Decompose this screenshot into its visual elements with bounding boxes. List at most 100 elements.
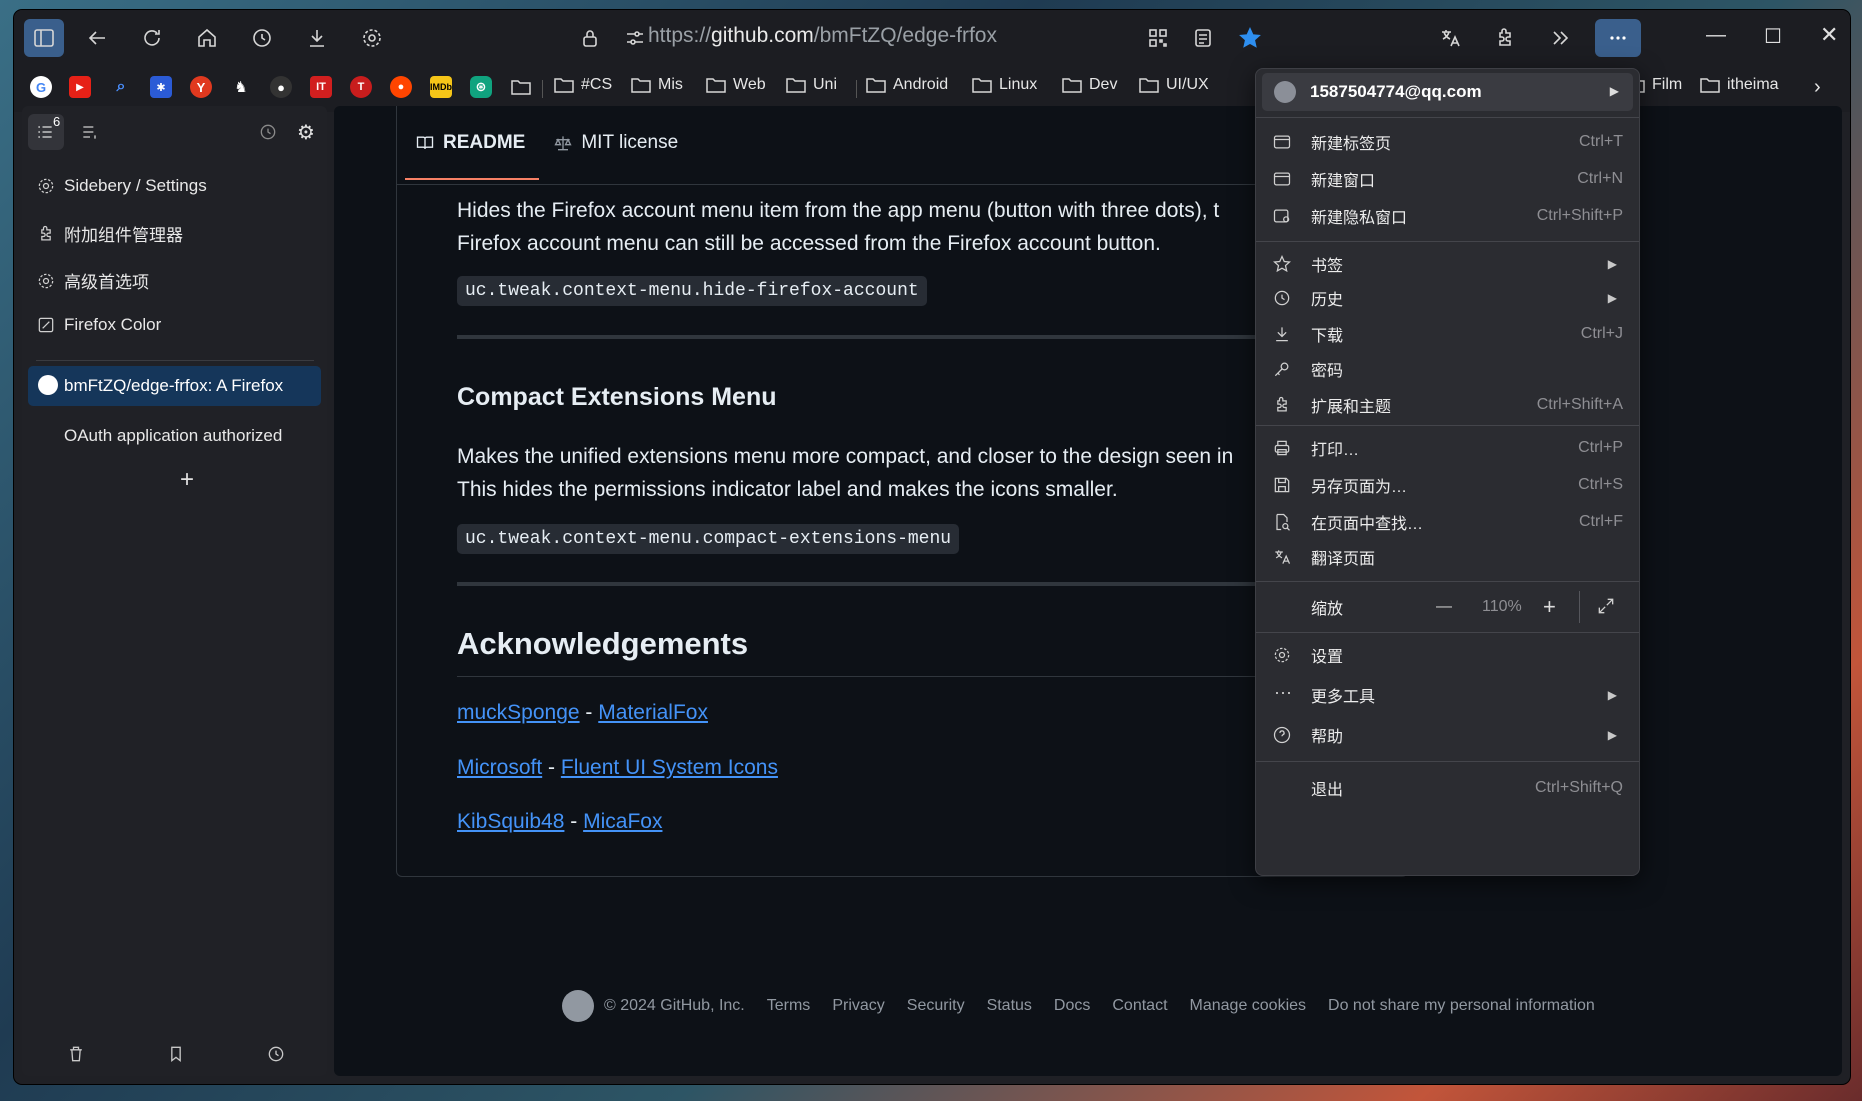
maximize-button[interactable]: ☐ <box>1764 24 1782 49</box>
menu-item-new-tab[interactable]: 新建标签页 Ctrl+T <box>1256 123 1639 161</box>
baidu-icon[interactable]: ✱ <box>150 76 172 98</box>
bookmark-folder-uiux[interactable]: UI/UX <box>1139 76 1209 94</box>
bookmark-folder-itheima[interactable]: itheima <box>1700 76 1779 94</box>
bookmark-folder-android[interactable]: Android <box>866 76 948 94</box>
folder-blank-icon[interactable] <box>510 76 532 98</box>
tab-count-badge: 6 <box>53 114 61 129</box>
bookmark-folder-uni[interactable]: Uni <box>786 76 837 94</box>
bookmark-add-button[interactable] <box>166 1044 186 1069</box>
sidebar-item-advanced-prefs[interactable]: 高级首选项 <box>36 268 149 293</box>
downloads-button[interactable] <box>297 19 337 57</box>
menu-item-quit[interactable]: 退出 Ctrl+Shift+Q <box>1256 769 1639 807</box>
translate-button[interactable] <box>1430 19 1470 57</box>
close-window-button[interactable]: ✕ <box>1820 22 1838 48</box>
footer-link-status[interactable]: Status <box>987 997 1032 1015</box>
menu-item-settings[interactable]: 设置 <box>1256 636 1639 674</box>
menu-item-find[interactable]: 在页面中查找… Ctrl+F <box>1256 503 1639 541</box>
lock-button[interactable] <box>570 19 610 57</box>
ack-author-link[interactable]: KibSquib48 <box>457 810 564 833</box>
bookmark-icon <box>171 1046 181 1063</box>
reddit-icon[interactable]: ● <box>390 76 412 98</box>
new-tab-button[interactable]: + <box>180 466 194 494</box>
account-item[interactable]: 1587504774@qq.com ▶ <box>1262 73 1633 111</box>
ack-project-link[interactable]: MicaFox <box>583 810 662 833</box>
menu-item-downloads[interactable]: 下载 Ctrl+J <box>1256 315 1639 353</box>
sidebar-toggle-button[interactable] <box>24 19 64 57</box>
zoom-out-button[interactable]: — <box>1436 598 1452 616</box>
qr-code-button[interactable] <box>1138 19 1178 57</box>
imdb-icon[interactable]: IMDb <box>430 76 452 98</box>
reader-view-button[interactable] <box>1183 19 1223 57</box>
bookmarks-overflow-chevron[interactable]: › <box>1814 76 1821 99</box>
minimize-button[interactable]: — <box>1706 24 1726 47</box>
bookmark-folder-cs[interactable]: #CS <box>554 76 612 94</box>
app-menu-button[interactable] <box>1595 19 1641 57</box>
zoom-in-button[interactable]: + <box>1543 594 1556 620</box>
menu-item-more-tools[interactable]: ··· 更多工具 ▶ <box>1256 676 1639 714</box>
sidebar-tab-oauth[interactable]: OAuth application authorized <box>64 426 282 446</box>
settings-button[interactable] <box>352 19 392 57</box>
sidebar-item-firefox-color[interactable]: Firefox Color <box>36 315 161 335</box>
github-icon[interactable]: ● <box>270 76 292 98</box>
fullscreen-button[interactable] <box>1596 596 1616 621</box>
tab-license[interactable]: MIT license <box>553 132 678 154</box>
ack-author-link[interactable]: muckSponge <box>457 701 580 724</box>
history-panel-button[interactable] <box>258 122 278 147</box>
history-button[interactable] <box>242 19 282 57</box>
fox-icon[interactable]: ♞ <box>230 76 252 98</box>
sidebar-item-addons[interactable]: 附加组件管理器 <box>36 221 183 246</box>
footer-link-security[interactable]: Security <box>907 997 965 1015</box>
recent-closed-button[interactable] <box>266 1044 286 1069</box>
sidebar-tab-active[interactable]: bmFtZQ/edge-frfox: A Firefox <box>28 366 321 406</box>
home-button[interactable] <box>187 19 227 57</box>
tab-readme[interactable]: README <box>415 132 525 154</box>
sidebar-item-sidebery-settings[interactable]: Sidebery / Settings <box>36 176 207 196</box>
bookmark-folder-linux[interactable]: Linux <box>972 76 1037 94</box>
menu-item-help[interactable]: 帮助 ▶ <box>1256 716 1639 754</box>
bookmark-star-button[interactable] <box>1230 19 1270 57</box>
extensions-button[interactable] <box>1485 19 1525 57</box>
menu-item-translate[interactable]: 翻译页面 <box>1256 538 1639 576</box>
footer-link-contact[interactable]: Contact <box>1112 997 1167 1015</box>
menu-item-new-window[interactable]: 新建窗口 Ctrl+N <box>1256 160 1639 198</box>
reload-button[interactable] <box>132 19 172 57</box>
bookmarks-panel-button[interactable] <box>80 122 100 147</box>
t-icon[interactable]: T <box>350 76 372 98</box>
menu-item-history[interactable]: 历史 ▶ <box>1256 279 1639 317</box>
footer-link-manage-cookies[interactable]: Manage cookies <box>1190 997 1307 1015</box>
bookmark-folder-mis[interactable]: Mis <box>631 76 683 94</box>
back-button[interactable] <box>77 19 117 57</box>
menu-item-private-window[interactable]: 新建隐私窗口 Ctrl+Shift+P <box>1256 197 1639 235</box>
list-panel-icon <box>83 126 96 139</box>
tab-label: README <box>443 132 526 153</box>
bookmark-folder-web[interactable]: Web <box>706 76 766 94</box>
github-logo-icon[interactable] <box>562 990 594 1022</box>
menu-item-bookmarks[interactable]: 书签 ▶ <box>1256 245 1639 283</box>
yandex-icon[interactable]: Y <box>190 76 212 98</box>
overflow-chevron-button[interactable] <box>1540 19 1580 57</box>
ack-project-link[interactable]: Fluent UI System Icons <box>561 756 778 779</box>
ack-author-link[interactable]: Microsoft <box>457 756 542 779</box>
folder-label: #CS <box>581 76 613 93</box>
ack-project-link[interactable]: MaterialFox <box>598 701 708 724</box>
menu-item-extensions-themes[interactable]: 扩展和主题 Ctrl+Shift+A <box>1256 386 1639 424</box>
menu-item-save-page[interactable]: 另存页面为… Ctrl+S <box>1256 466 1639 504</box>
google-icon[interactable]: G <box>30 76 52 98</box>
footer-link-privacy[interactable]: Privacy <box>832 997 884 1015</box>
footer-link-do-not-share[interactable]: Do not share my personal information <box>1328 997 1595 1015</box>
footer-link-terms[interactable]: Terms <box>767 997 811 1015</box>
url-bar[interactable]: https://github.com/bmFtZQ/edge-frfox <box>648 24 997 48</box>
star-outline-icon <box>1273 254 1291 273</box>
trash-button[interactable] <box>66 1044 86 1069</box>
tabs-panel-button[interactable]: 6 <box>28 114 64 150</box>
youtube-icon[interactable]: ▶ <box>69 76 91 98</box>
chatgpt-icon[interactable]: ⊛ <box>470 76 492 98</box>
footer-link-docs[interactable]: Docs <box>1054 997 1090 1015</box>
ithome-icon[interactable]: IT <box>310 76 332 98</box>
sidebery-settings-button[interactable]: ⚙ <box>297 120 315 145</box>
menu-item-print[interactable]: 打印… Ctrl+P <box>1256 429 1639 467</box>
bookmark-folder-dev[interactable]: Dev <box>1062 76 1117 94</box>
search-icon[interactable]: ⌕ <box>110 76 132 98</box>
key-icon <box>1274 362 1289 377</box>
menu-item-passwords[interactable]: 密码 <box>1256 350 1639 388</box>
